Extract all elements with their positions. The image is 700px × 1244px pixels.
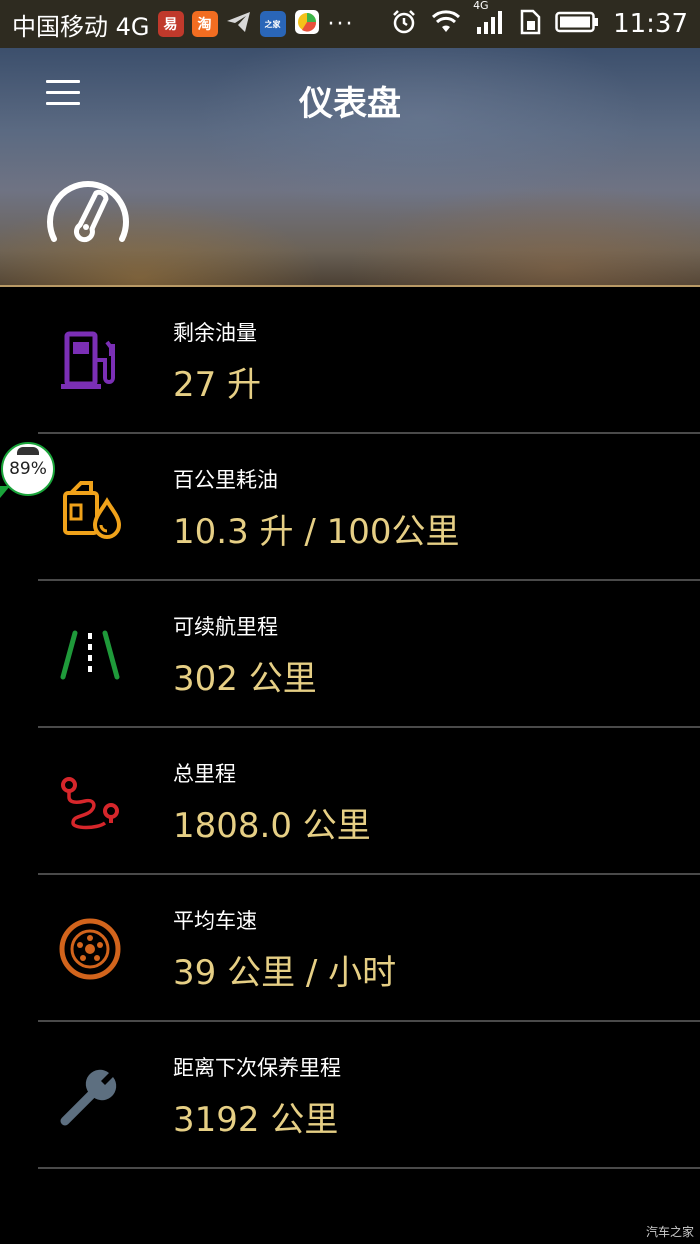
- tire-icon: [52, 911, 128, 987]
- item-value: 39 公里 / 小时: [173, 953, 397, 993]
- page-title: 仪表盘: [299, 84, 401, 124]
- item-value: 27 升: [173, 365, 262, 405]
- alarm-icon: [391, 9, 417, 39]
- signal-icon: 4G: [473, 0, 505, 39]
- netease-news-app-icon: 易: [157, 11, 184, 37]
- taobao-app-icon: 淘: [191, 11, 218, 37]
- dashboard-metrics-list: 剩余油量 27 升 百公里耗油 10.3 升 / 100公里 可续航里程 302…: [0, 287, 700, 1169]
- item-label: 总里程: [173, 762, 236, 786]
- badge-cap: [17, 447, 39, 455]
- clock-time: 11:37: [613, 9, 688, 39]
- list-item-total-mileage[interactable]: 总里程 1808.0 公里: [0, 728, 700, 875]
- item-value: 3192 公里: [173, 1100, 339, 1140]
- item-label: 剩余油量: [173, 321, 257, 345]
- fuel-pump-icon: [52, 323, 128, 399]
- badge-text: 89%: [9, 459, 47, 479]
- more-notifications-icon: ···: [327, 11, 355, 37]
- item-label: 平均车速: [173, 909, 257, 933]
- status-bar: 中国移动 4G 易 淘 之家 ··· 4G 11:37: [0, 0, 700, 48]
- battery-icon: [555, 10, 599, 38]
- watermark: 汽车之家: [645, 1225, 694, 1239]
- autohome-app-icon: 之家: [259, 11, 286, 37]
- item-value: 10.3 升 / 100公里: [173, 512, 460, 552]
- item-value: 302 公里: [173, 659, 317, 699]
- list-item-fuel-consumption[interactable]: 百公里耗油 10.3 升 / 100公里: [0, 434, 700, 581]
- oil-can-drop-icon: [52, 470, 128, 546]
- list-item-average-speed[interactable]: 平均车速 39 公里 / 小时: [0, 875, 700, 1022]
- row-divider: [38, 1167, 700, 1169]
- route-icon: [52, 764, 128, 840]
- wifi-icon: [431, 10, 461, 38]
- item-label: 可续航里程: [173, 615, 278, 639]
- sim-icon: [519, 9, 541, 39]
- telegram-app-icon: [226, 10, 252, 38]
- carrier-label: 中国移动 4G: [12, 12, 150, 41]
- item-value: 1808.0 公里: [173, 806, 371, 846]
- list-item-next-maintenance[interactable]: 距离下次保养里程 3192 公里: [0, 1022, 700, 1169]
- speedometer-icon: [44, 175, 132, 247]
- list-item-range[interactable]: 可续航里程 302 公里: [0, 581, 700, 728]
- road-lanes-icon: [52, 617, 128, 693]
- list-item-remaining-fuel[interactable]: 剩余油量 27 升: [0, 287, 700, 434]
- colorful-app-icon: [294, 9, 320, 39]
- item-label: 距离下次保养里程: [173, 1056, 341, 1080]
- floating-memory-badge[interactable]: 89%: [1, 442, 55, 496]
- network-type-label: 4G: [473, 0, 489, 12]
- wrench-icon: [52, 1058, 128, 1134]
- item-label: 百公里耗油: [173, 468, 278, 492]
